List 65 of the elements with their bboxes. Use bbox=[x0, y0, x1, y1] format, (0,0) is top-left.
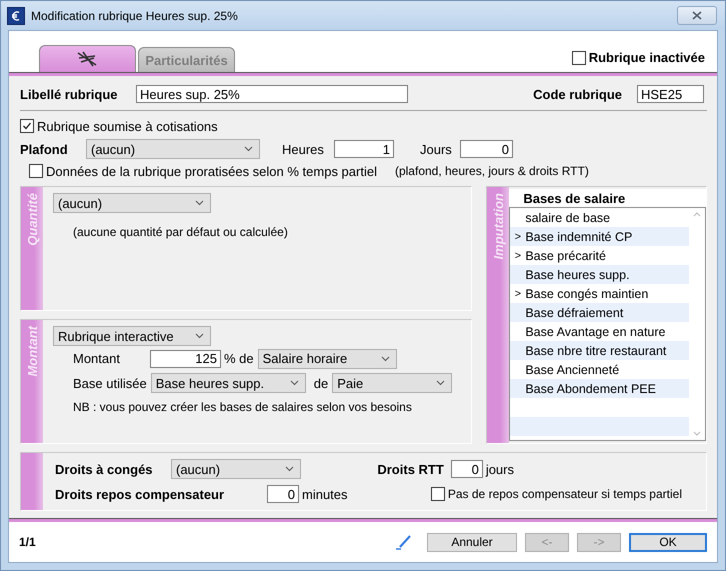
field-label: Base utilisée bbox=[73, 376, 147, 390]
ceiling-dropdown[interactable]: (aucun) bbox=[86, 139, 260, 159]
rtt-input-field[interactable]: 0 bbox=[450, 460, 483, 478]
panel-title: Quantité bbox=[24, 193, 40, 246]
unit-label: minutes bbox=[302, 486, 348, 502]
checkbox[interactable] bbox=[20, 119, 34, 133]
checkbox[interactable] bbox=[430, 487, 445, 501]
caret-icon bbox=[195, 200, 204, 206]
unit-label: jours bbox=[486, 462, 514, 476]
checkbox[interactable] bbox=[572, 50, 586, 64]
field-label: Droits RTT bbox=[377, 462, 444, 476]
close-icon bbox=[692, 11, 702, 20]
days-input-field[interactable]: 0 bbox=[460, 140, 513, 158]
tab[interactable] bbox=[39, 45, 136, 72]
prorate-note: (plafond, heures, jours & droits RTT) bbox=[394, 164, 589, 178]
list-item[interactable]: Base nbre titre restaurant bbox=[510, 341, 689, 360]
source-dropdown[interactable]: Paie bbox=[332, 373, 452, 393]
field-label: Droits à congés bbox=[55, 462, 154, 476]
caret-icon bbox=[285, 466, 294, 472]
field-label: Code rubrique bbox=[533, 86, 622, 102]
caret-icon bbox=[436, 380, 446, 386]
no-rest-checkbox-label[interactable]: Pas de repos compensateur si temps partiel bbox=[430, 487, 682, 501]
caret-icon bbox=[244, 146, 253, 152]
pen-icon[interactable] bbox=[395, 534, 413, 550]
code-input-field[interactable]: HSE25 bbox=[637, 85, 704, 103]
quantity-note: (aucune quantité par défaut ou calculée) bbox=[73, 225, 289, 239]
base-dropdown[interactable]: Base heures supp. bbox=[150, 373, 306, 393]
field-label: % de bbox=[224, 351, 254, 366]
check-icon bbox=[22, 121, 32, 131]
list-item[interactable]: > Base indemnité CP bbox=[510, 227, 689, 246]
panel-strip bbox=[21, 453, 43, 510]
prorate-checkbox-label[interactable]: Données de la rubrique proratisées selon % temps partiel bbox=[29, 164, 377, 178]
page-counter: 1/1 bbox=[19, 535, 37, 549]
panel-title: Montant bbox=[24, 326, 40, 377]
field-label: Droits repos compensateur bbox=[55, 486, 226, 502]
amount-note: NB : vous pouvez créer les bases de salaires selon vos besoins bbox=[73, 400, 413, 414]
close-button[interactable] bbox=[677, 6, 717, 25]
dialog-button[interactable]: OK bbox=[629, 532, 707, 552]
dialog-button[interactable]: Annuler bbox=[427, 532, 517, 552]
checkbox[interactable] bbox=[29, 164, 43, 178]
field-label: de bbox=[314, 376, 328, 390]
field-label: Jours bbox=[420, 142, 453, 156]
list-item[interactable]: Base Abondement PEE bbox=[510, 379, 689, 398]
list-item[interactable]: Base défraiement bbox=[510, 303, 689, 322]
list-heading: Bases de salaire bbox=[509, 189, 706, 207]
leave-dropdown[interactable]: (aucun) bbox=[171, 459, 301, 479]
field-label: Libellé rubrique bbox=[20, 86, 119, 102]
contributions-checkbox-label[interactable]: Rubrique soumise à cotisations bbox=[20, 118, 218, 134]
app-icon bbox=[7, 6, 25, 24]
panel-title: Imputation bbox=[490, 193, 506, 260]
amount-input-field[interactable]: 125 bbox=[150, 350, 221, 368]
rate-base-dropdown[interactable]: Salaire horaire bbox=[258, 348, 397, 368]
hours-input-field[interactable]: 1 bbox=[334, 140, 394, 158]
label-input-field[interactable]: Heures sup. 25% bbox=[136, 85, 408, 103]
window-title: Modification rubrique Heures sup. 25% bbox=[31, 8, 239, 22]
caret-icon bbox=[380, 356, 390, 362]
list-item[interactable]: Base heures supp. bbox=[510, 265, 689, 284]
amount-type-dropdown[interactable]: Rubrique interactive bbox=[53, 326, 211, 346]
quantity-dropdown[interactable]: (aucun) bbox=[53, 193, 211, 213]
field-label: Heures bbox=[282, 142, 325, 156]
caret-icon bbox=[290, 380, 299, 386]
caret-icon bbox=[195, 333, 204, 339]
field-label: Montant bbox=[73, 351, 121, 366]
field-label: Plafond bbox=[20, 142, 69, 156]
rest-input-field[interactable]: 0 bbox=[267, 485, 299, 503]
